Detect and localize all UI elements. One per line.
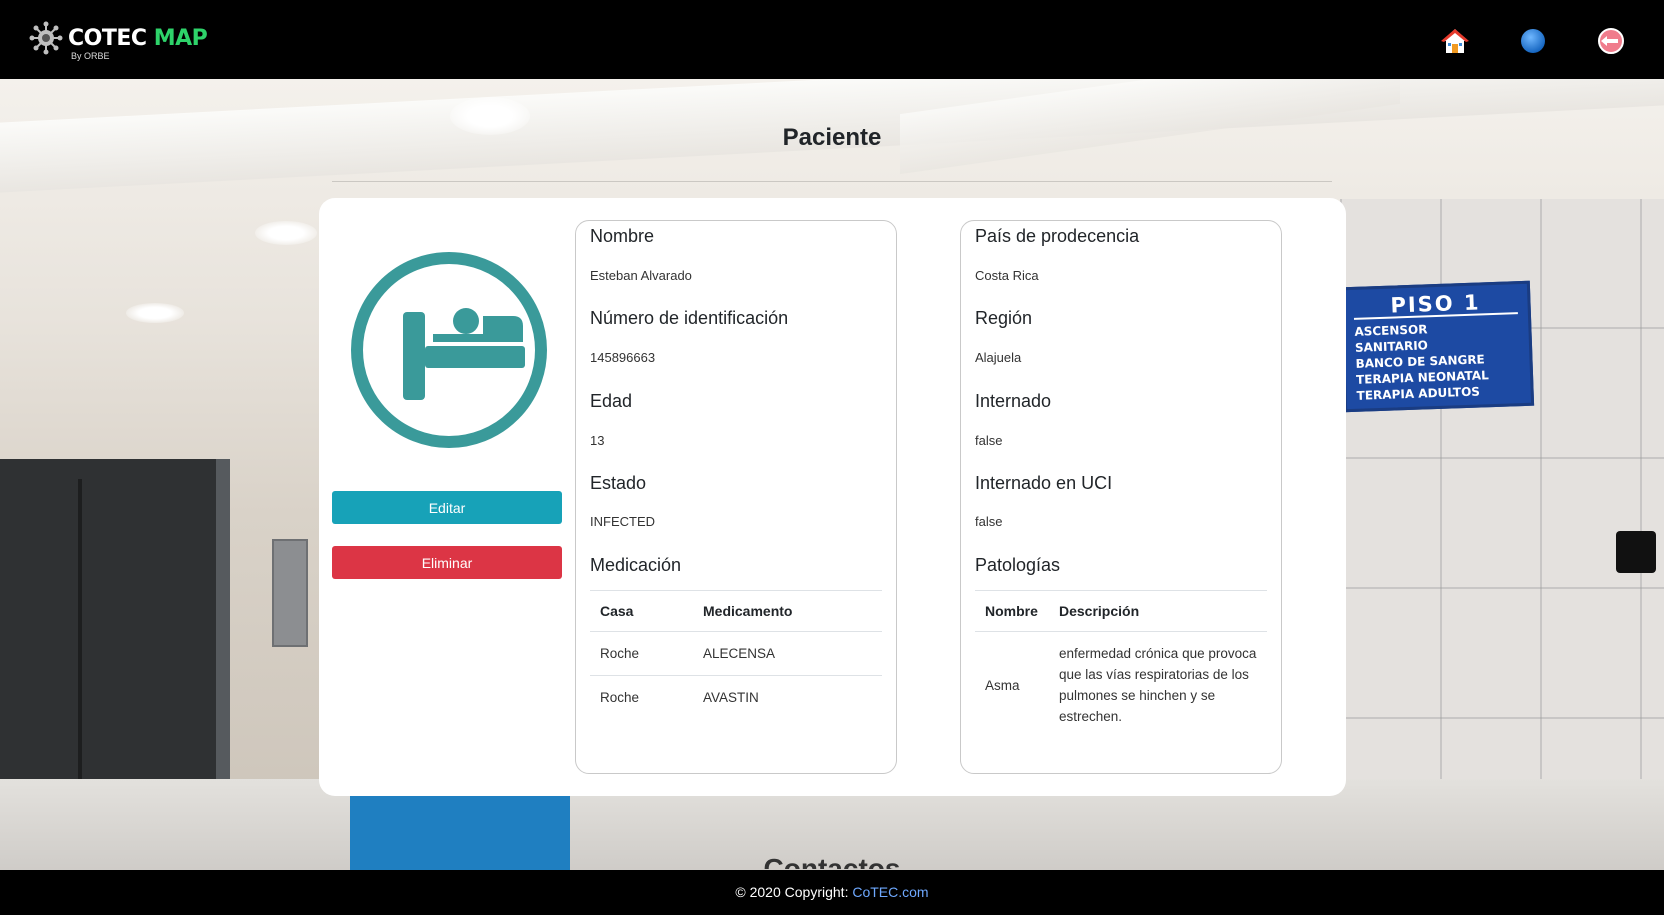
navbar: COTEC MAP By ORBE (0, 0, 1664, 79)
floor-sign: PISO 1 ASCENSOR SANITARIO BANCO DE SANGR… (1339, 280, 1535, 413)
status-label: Estado (590, 473, 647, 493)
table-cell: Roche (590, 631, 693, 676)
medication-table: Casa Medicamento Roche ALECENSA Roche AV… (590, 590, 882, 719)
icu-label: Internado en UCI (975, 473, 1113, 493)
pathologies-label: Patologías (975, 555, 1061, 575)
region-value: Alajuela (975, 350, 1022, 365)
status-value: INFECTED (590, 514, 655, 529)
age-label: Edad (590, 391, 633, 411)
hospitalized-label: Internado (975, 391, 1052, 411)
brand-main: COTEC (68, 26, 147, 51)
age-value: 13 (590, 433, 605, 448)
contacts-heading: Contactos (763, 853, 901, 869)
footer: © 2020 Copyright: CoTEC.com (0, 870, 1664, 915)
copyright-text: © 2020 Copyright: (735, 884, 849, 900)
elevator-panel (272, 539, 308, 647)
column-header: Nombre (975, 590, 1049, 632)
table-header-row: Casa Medicamento (590, 590, 882, 632)
patient-card: Editar Eliminar Nombre Esteban Alvarado … (319, 198, 1346, 796)
table-cell: ALECENSA (693, 631, 882, 676)
name-label: Nombre (590, 226, 655, 246)
delete-button[interactable]: Eliminar (332, 546, 562, 579)
table-cell: AVASTIN (703, 690, 759, 705)
ceiling-light (255, 221, 317, 245)
home-icon[interactable] (1440, 26, 1470, 56)
name-value: Esteban Alvarado (590, 268, 692, 283)
brand-subtitle: By ORBE (71, 51, 110, 61)
table-row: Roche AVASTIN (590, 676, 882, 720)
patient-origin-panel: País de prodecencia Costa Rica Región Al… (960, 220, 1282, 774)
patient-info-panel: Nombre Esteban Alvarado Número de identi… (575, 220, 897, 774)
column-header: Casa (590, 590, 693, 632)
table-cell: Roche (600, 690, 640, 705)
table-row: Asma enfermedad crónica que provoca que … (975, 632, 1267, 739)
hospital-bed-icon (351, 252, 547, 448)
id-label: Número de identificación (590, 308, 789, 328)
globe-icon[interactable] (1518, 26, 1548, 56)
brand-accent: MAP (153, 26, 208, 51)
country-label: País de prodecencia (975, 226, 1140, 246)
ceiling-light (126, 303, 184, 323)
column-header: Descripción (1049, 590, 1267, 632)
icu-value: false (975, 514, 1003, 529)
floor-sign-title: PISO 1 (1353, 290, 1518, 320)
table-cell: Asma (985, 677, 1020, 693)
hospitalized-value: false (975, 433, 1003, 448)
page-title: Paciente (782, 124, 882, 151)
brand-name: COTEC MAP (68, 26, 208, 51)
card-reader (1616, 531, 1656, 573)
edit-button[interactable]: Editar (332, 491, 562, 524)
country-value: Costa Rica (975, 268, 1039, 283)
region-label: Región (975, 308, 1033, 328)
id-value: 145896663 (590, 350, 656, 365)
medication-label: Medicación (590, 555, 682, 575)
title-divider (332, 181, 1332, 182)
brand-logo[interactable]: COTEC MAP By ORBE (28, 20, 218, 61)
column-header: Medicamento (693, 590, 882, 632)
virus-logo-icon (29, 21, 63, 55)
logout-icon[interactable] (1596, 26, 1626, 56)
table-cell: enfermedad crónica que provoca que las v… (1059, 646, 1257, 724)
table-row: Roche ALECENSA (590, 631, 882, 676)
footer-link[interactable]: CoTEC.com (852, 884, 928, 900)
pathology-table: Nombre Descripción Asma enfermedad cróni… (975, 590, 1267, 738)
table-header-row: Nombre Descripción (975, 590, 1267, 632)
